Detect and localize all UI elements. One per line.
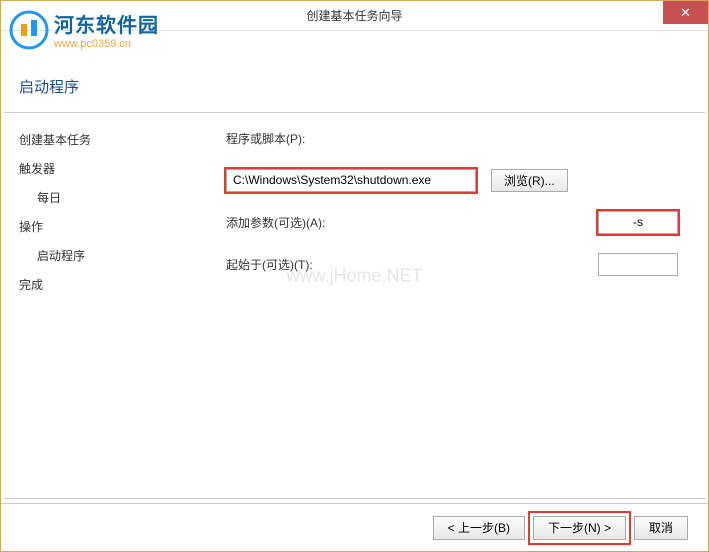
sidebar: 创建基本任务 触发器 每日 操作 启动程序 完成 bbox=[1, 113, 196, 498]
logo-watermark: 河东软件园 www.pc0359.cn bbox=[9, 9, 159, 50]
sidebar-item-trigger[interactable]: 触发器 bbox=[19, 154, 196, 183]
program-label: 程序或脚本(P): bbox=[226, 130, 346, 147]
sidebar-item-create-task[interactable]: 创建基本任务 bbox=[19, 125, 196, 154]
logo-icon bbox=[9, 10, 49, 50]
cancel-button[interactable]: 取消 bbox=[634, 516, 688, 540]
args-input[interactable] bbox=[598, 211, 678, 234]
start-input[interactable] bbox=[598, 253, 678, 276]
form-area: 程序或脚本(P): 浏览(R)... 添加参数(可选)(A): 起始于(可选)(… bbox=[196, 113, 708, 498]
close-icon: ✕ bbox=[680, 5, 691, 21]
browse-button[interactable]: 浏览(R)... bbox=[491, 169, 568, 192]
sidebar-subitem-daily[interactable]: 每日 bbox=[19, 183, 196, 212]
sidebar-subitem-start-program[interactable]: 启动程序 bbox=[19, 241, 196, 270]
close-button[interactable]: ✕ bbox=[663, 1, 708, 24]
program-input[interactable] bbox=[226, 169, 476, 192]
next-button[interactable]: 下一步(N) > bbox=[533, 516, 626, 540]
sidebar-item-finish[interactable]: 完成 bbox=[19, 270, 196, 299]
sidebar-item-action[interactable]: 操作 bbox=[19, 212, 196, 241]
logo-subtitle: www.pc0359.cn bbox=[54, 38, 159, 50]
start-label: 起始于(可选)(T): bbox=[226, 256, 346, 273]
footer-divider bbox=[4, 498, 705, 499]
window-title: 创建基本任务向导 bbox=[306, 7, 402, 24]
args-label: 添加参数(可选)(A): bbox=[226, 214, 346, 231]
logo-title: 河东软件园 bbox=[54, 9, 159, 38]
footer: < 上一步(B) 下一步(N) > 取消 bbox=[1, 503, 708, 551]
back-button[interactable]: < 上一步(B) bbox=[433, 516, 525, 540]
page-title: 启动程序 bbox=[19, 76, 690, 97]
content-area: 创建基本任务 触发器 每日 操作 启动程序 完成 程序或脚本(P): 浏览(R)… bbox=[1, 113, 708, 498]
